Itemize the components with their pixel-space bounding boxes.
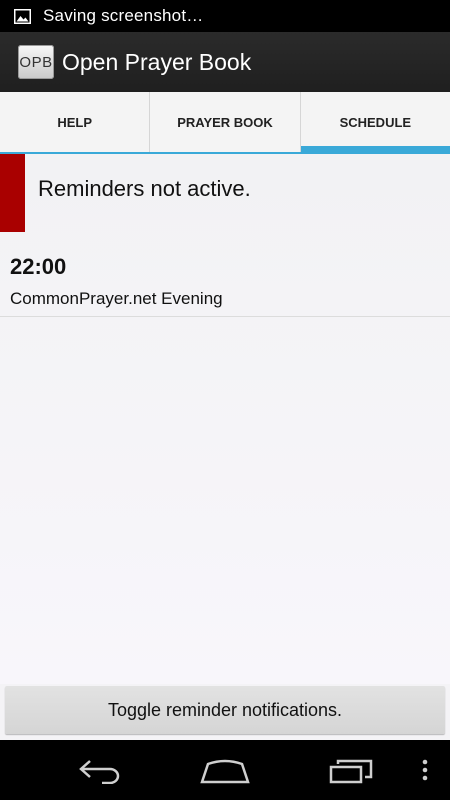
- inactive-indicator: [0, 154, 25, 232]
- status-bar: Saving screenshot…: [0, 0, 450, 32]
- status-notification-text: Saving screenshot…: [43, 6, 204, 25]
- navigation-bar: [0, 740, 450, 800]
- tab-prayer-book[interactable]: PRAYER BOOK: [149, 92, 299, 152]
- overflow-menu-icon[interactable]: [420, 758, 430, 784]
- image-icon: [14, 8, 31, 24]
- app-icon[interactable]: OPB: [18, 45, 54, 79]
- reminder-status-text: Reminders not active.: [38, 176, 251, 201]
- app-title: Open Prayer Book: [62, 48, 252, 75]
- tab-help[interactable]: HELP: [0, 92, 149, 152]
- tab-bar: HELP PRAYER BOOK SCHEDULE: [0, 92, 450, 154]
- reminder-name: CommonPrayer.net Evening: [10, 289, 223, 308]
- back-icon[interactable]: [78, 758, 124, 784]
- tab-schedule[interactable]: SCHEDULE: [299, 92, 450, 152]
- schedule-content: Reminders not active. 22:00 CommonPrayer…: [0, 154, 450, 684]
- home-icon[interactable]: [200, 758, 250, 784]
- list-item[interactable]: 22:00 CommonPrayer.net Evening: [0, 240, 450, 317]
- reminder-status-banner: Reminders not active.: [0, 154, 450, 232]
- toggle-reminder-button[interactable]: Toggle reminder notifications.: [5, 686, 445, 734]
- recent-apps-icon[interactable]: [329, 758, 375, 784]
- reminder-time: 22:00: [10, 254, 67, 279]
- action-bar: OPB Open Prayer Book: [0, 32, 450, 92]
